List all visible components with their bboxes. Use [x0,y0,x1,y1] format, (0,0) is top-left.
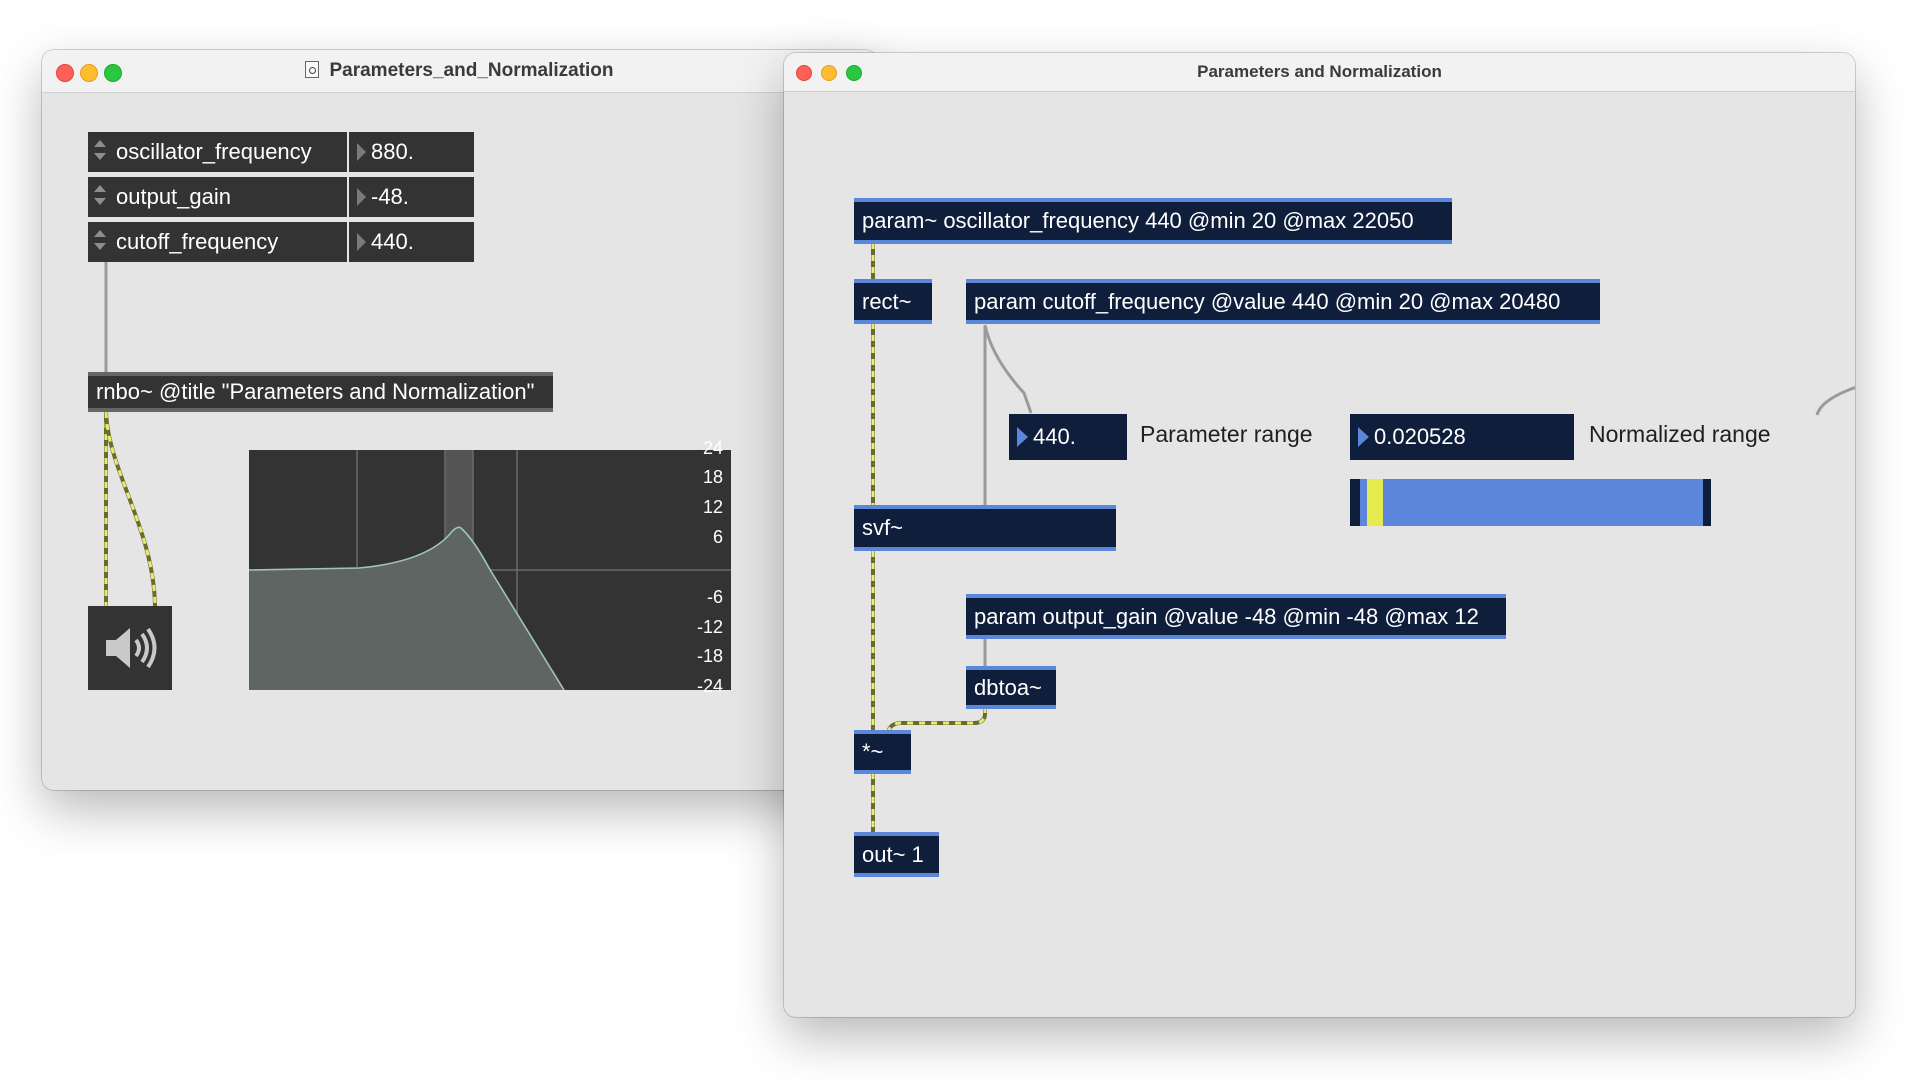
speaker-button[interactable] [88,606,172,690]
right-patcher-window: Parameters and Normalization param~ osci… [784,53,1855,1017]
param-output-gain-object[interactable]: param output_gain @value -48 @min -48 @m… [966,594,1506,639]
param-value-cutoff-frequency[interactable]: 440. [349,222,474,262]
parameter-range-label: Parameter range [1140,421,1313,447]
graph-tick: -12 [696,617,723,637]
dbtoa-object[interactable]: dbtoa~ [966,666,1056,709]
multiply-object[interactable]: *~ [854,730,911,774]
filter-graph[interactable]: 24 18 12 6 -6 -12 -18 -24 [249,438,731,696]
rect-object[interactable]: rect~ [854,279,932,324]
normalized-range-number[interactable]: 0.020528 [1350,414,1574,460]
graph-tick: 24 [702,438,723,458]
param-cutoff-frequency-object[interactable]: param cutoff_frequency @value 440 @min 2… [966,279,1600,324]
param-name-cutoff-frequency: cutoff_frequency [88,222,347,262]
param-oscillator-frequency-object[interactable]: param~ oscillator_frequency 440 @min 20 … [854,198,1452,244]
rnbo-object-label: rnbo~ @title "Parameters and Normalizati… [96,379,535,404]
param-name-label: oscillator_frequency [116,139,312,164]
normalized-slider[interactable] [1350,479,1711,526]
slider-right-cap [1703,479,1711,526]
slider-knob[interactable] [1367,479,1383,526]
out-object[interactable]: out~ 1 [854,832,939,877]
param-name-output-gain: output_gain [88,177,347,217]
graph-tick: 12 [702,497,723,517]
graph-tick: -24 [696,676,723,696]
filter-response-curve [249,450,731,690]
param-value-oscillator-frequency[interactable]: 880. [349,132,474,172]
param-value-output-gain[interactable]: -48. [349,177,474,217]
parameter-range-number[interactable]: 440. [1009,414,1127,460]
svf-object[interactable]: svf~ [854,505,1116,551]
up-down-arrows-icon [94,230,106,256]
graph-tick: -6 [706,587,723,607]
graph-tick: -18 [696,646,723,666]
slider-left-cap [1350,479,1360,526]
param-name-label: output_gain [116,184,231,209]
left-patcher-window: Parameters_and_Normalization oscillator_… [42,50,877,790]
up-down-arrows-icon [94,140,106,166]
param-name-label: cutoff_frequency [116,229,279,254]
rnbo-object[interactable]: rnbo~ @title "Parameters and Normalizati… [88,372,553,412]
graph-tick: 18 [702,467,723,487]
up-down-arrows-icon [94,185,106,211]
param-name-oscillator-frequency: oscillator_frequency [88,132,347,172]
speaker-icon [106,627,157,669]
normalized-range-label: Normalized range [1589,421,1771,447]
graph-tick: 6 [712,527,723,547]
